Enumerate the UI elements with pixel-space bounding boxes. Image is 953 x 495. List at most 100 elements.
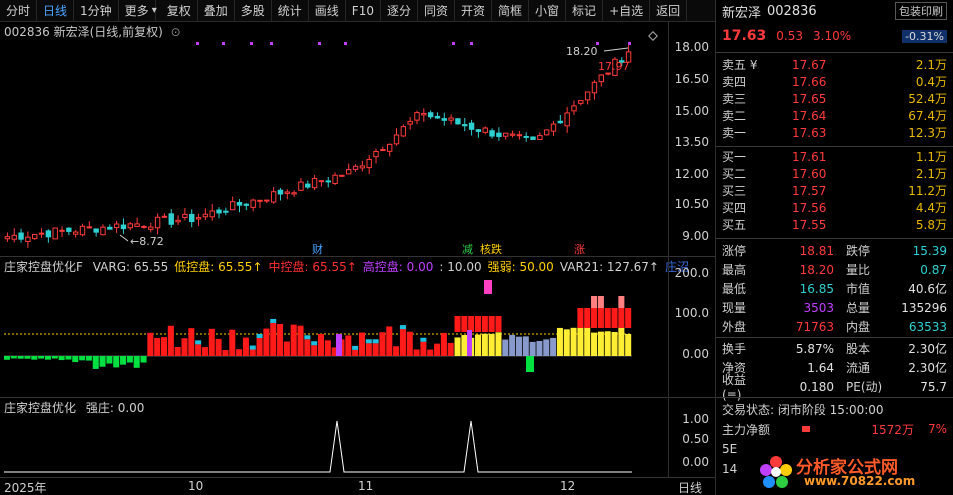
order-book-row[interactable]: 卖五 ¥ 17.67 2.1万 <box>716 56 953 73</box>
toolbar-item-10[interactable]: 逐分 <box>381 0 418 22</box>
toolbar-item-16[interactable]: +自选 <box>603 0 651 22</box>
purple-bar <box>336 334 342 356</box>
indicator-bar <box>38 356 45 359</box>
axis-month-label: 10 <box>188 479 204 493</box>
indicator-bar <box>584 326 591 356</box>
control-indicator-chart[interactable] <box>0 256 668 396</box>
indicator-bar <box>454 337 461 356</box>
indicator-bar <box>277 323 284 356</box>
main-flow-row: 主力净额 1572万 7% <box>716 419 953 439</box>
high-price-label: 18.20 <box>566 45 598 58</box>
candle-body <box>270 191 277 203</box>
toolbar-item-14[interactable]: 小窗 <box>529 0 567 22</box>
peak-bar <box>484 280 492 294</box>
order-book-row[interactable]: 买五 17.55 5.8万 <box>716 216 953 233</box>
stat-v2: 135296 <box>901 300 947 315</box>
price-row: 17.63 0.53 3.10% -0.31% <box>716 22 953 50</box>
toolbar-item-5[interactable]: 叠加 <box>198 0 235 22</box>
low-arrow <box>119 234 129 242</box>
toolbar-item-3[interactable]: 更多 <box>119 0 156 22</box>
order-book-row[interactable]: 买二 17.60 2.1万 <box>716 165 953 182</box>
candle-body <box>209 210 215 218</box>
more-caret-icon[interactable]: ▾ <box>152 5 157 16</box>
price-change-pct: 3.10% <box>813 29 852 43</box>
stat-v2: 0.87 <box>920 262 947 277</box>
toolbar-item-9[interactable]: F10 <box>346 0 381 22</box>
stat-k1: 最高 <box>722 263 747 277</box>
stat-v1: 5.87% <box>795 341 834 356</box>
toolbar-item-4[interactable]: 复权 <box>161 0 198 22</box>
indicator-bar <box>92 356 99 369</box>
order-book-row[interactable]: 买四 17.56 4.4万 <box>716 199 953 216</box>
order-book-price: 17.60 <box>792 166 827 181</box>
indicator-cap <box>311 341 318 346</box>
strength-chart[interactable] <box>0 397 668 477</box>
indicator-bar <box>120 356 127 365</box>
order-book-vol: 0.4万 <box>915 75 947 89</box>
period-label[interactable]: 日线 <box>678 479 702 495</box>
indicator-bar-top <box>597 296 604 308</box>
toolbar-item-0[interactable]: 分时 <box>0 0 38 22</box>
indicator-bar-top <box>488 316 495 332</box>
indicator-bar-top <box>591 296 598 308</box>
candle-body <box>18 232 24 240</box>
indicator-bar-top <box>625 308 632 328</box>
order-book-row[interactable]: 买一 17.61 1.1万 <box>716 148 953 165</box>
candle-body <box>182 213 188 218</box>
order-book-row[interactable]: 卖四 17.66 0.4万 <box>716 73 953 90</box>
indicator-bar <box>4 356 11 360</box>
candle-body <box>168 213 174 225</box>
order-book-label: 买二 <box>722 167 747 181</box>
toolbar-item-17[interactable]: 返回 <box>650 0 688 22</box>
toolbar-item-6[interactable]: 多股 <box>235 0 272 22</box>
candle-body <box>489 130 495 137</box>
main-flow-icon <box>802 426 810 432</box>
indicator-bar <box>440 332 447 356</box>
indicator-bar <box>570 327 577 356</box>
toolbar-item-7[interactable]: 统计 <box>272 0 309 22</box>
toolbar-item-8[interactable]: 画线 <box>309 0 346 22</box>
indicator-bar <box>434 343 441 356</box>
toolbar-item-11[interactable]: 同资 <box>418 0 455 22</box>
stat-k1: 现量 <box>722 301 747 315</box>
axis-tick: 12.00 <box>674 167 709 181</box>
order-book-row[interactable]: 买三 17.57 11.2万 <box>716 182 953 199</box>
order-book-label: 卖四 <box>722 75 747 89</box>
toolbar-item-2[interactable]: 1分钟 <box>74 0 119 22</box>
indicator-bar <box>365 343 372 356</box>
indicator-bar <box>550 337 557 356</box>
candle-body <box>250 199 256 208</box>
candle-body <box>462 124 468 127</box>
candle-body <box>216 209 222 214</box>
candle-body <box>243 203 250 206</box>
candle-body <box>229 201 236 211</box>
stat-k2: 跌停 <box>846 244 871 258</box>
candlestick-chart[interactable]: 18.2017.97 ←8.72 财 减核跌 涨 <box>0 22 668 255</box>
candle-body <box>93 228 99 233</box>
main-flow-pct: 7% <box>927 422 947 436</box>
candle-body <box>291 192 297 195</box>
indicator-cap <box>270 318 277 323</box>
indicator-cap <box>256 333 263 338</box>
toolbar-item-13[interactable]: 简框 <box>492 0 530 22</box>
fundamental-stats: 换手 5.87% 股本 2.30亿 净资 1.64 流通 2.30亿 收益(≡) 0.180 PE(… <box>716 339 953 403</box>
stat-row: 外盘 71763 内盘 63533 <box>716 317 953 336</box>
order-book-vol: 2.1万 <box>915 58 947 72</box>
indicator-bar <box>106 356 113 364</box>
indicator-bar <box>393 346 400 356</box>
indicator-bar <box>461 335 468 356</box>
axis-tick: 100.0 <box>674 306 709 320</box>
order-book-row[interactable]: 卖三 17.65 52.4万 <box>716 90 953 107</box>
toolbar-item-15[interactable]: 标记 <box>566 0 604 22</box>
stat-k2: 总量 <box>846 301 871 315</box>
candle-body <box>427 112 434 118</box>
logo-url: www.70822.com <box>804 474 916 488</box>
candle-body <box>475 129 482 132</box>
toolbar-item-12[interactable]: 开资 <box>455 0 493 22</box>
candle-body <box>598 74 604 83</box>
candle-body <box>325 180 331 183</box>
industry-button[interactable]: 包装印刷 <box>895 2 947 20</box>
order-book-row[interactable]: 卖一 17.63 12.3万 <box>716 124 953 141</box>
toolbar-item-1[interactable]: 日线 <box>37 0 75 22</box>
order-book-row[interactable]: 卖二 17.64 67.4万 <box>716 107 953 124</box>
